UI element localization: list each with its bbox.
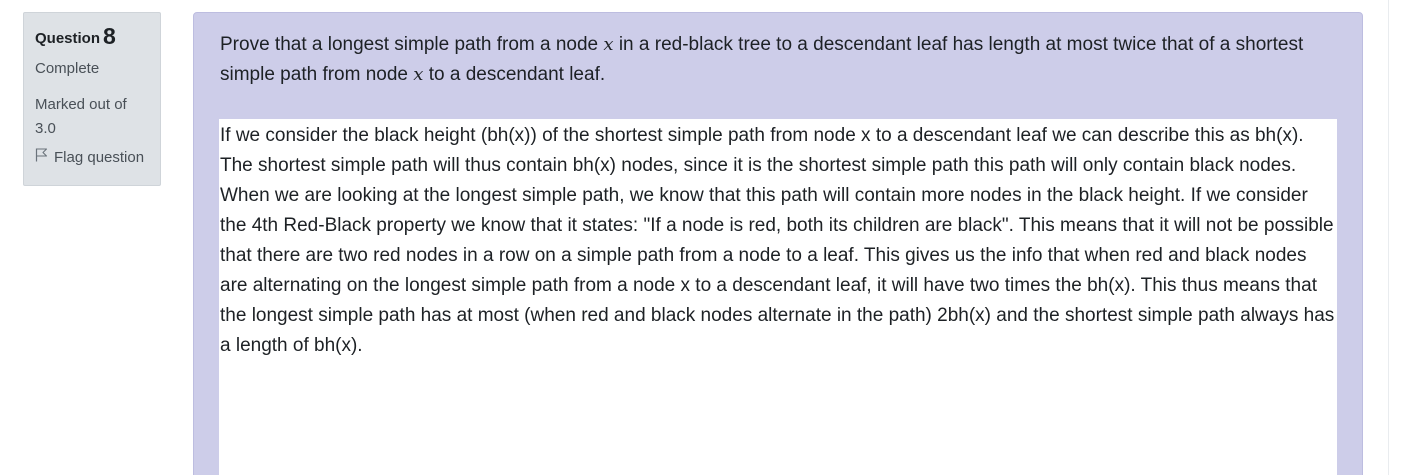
question-number-heading: Question 8 (35, 23, 150, 52)
question-state: Complete (35, 60, 100, 77)
question-text: Prove that a longest simple path from a … (220, 30, 1320, 90)
question-label: Question (35, 30, 101, 47)
question-number: 8 (103, 23, 116, 49)
question-grade: Marked out of 3.0 (35, 96, 127, 137)
flag-question-link[interactable]: Flag question (35, 148, 150, 166)
math-variable-x: x (603, 34, 614, 55)
flag-question-label: Flag question (54, 148, 145, 166)
quiz-page: Question 8 Complete Marked out of 3.0 Fla… (0, 0, 1425, 475)
question-formulation: Prove that a longest simple path from a … (193, 12, 1363, 475)
flag-icon (35, 148, 48, 166)
question-text-part3: to a descendant leaf. (428, 64, 606, 85)
math-variable-x: x (413, 64, 424, 85)
page-scrollbar-track[interactable] (1388, 0, 1389, 475)
answer-textarea[interactable]: If we consider the black height (bh(x)) … (219, 119, 1337, 475)
question-info-panel: Question 8 Complete Marked out of 3.0 Fla… (23, 12, 161, 186)
question-text-part1: Prove that a longest simple path from a … (220, 34, 599, 55)
